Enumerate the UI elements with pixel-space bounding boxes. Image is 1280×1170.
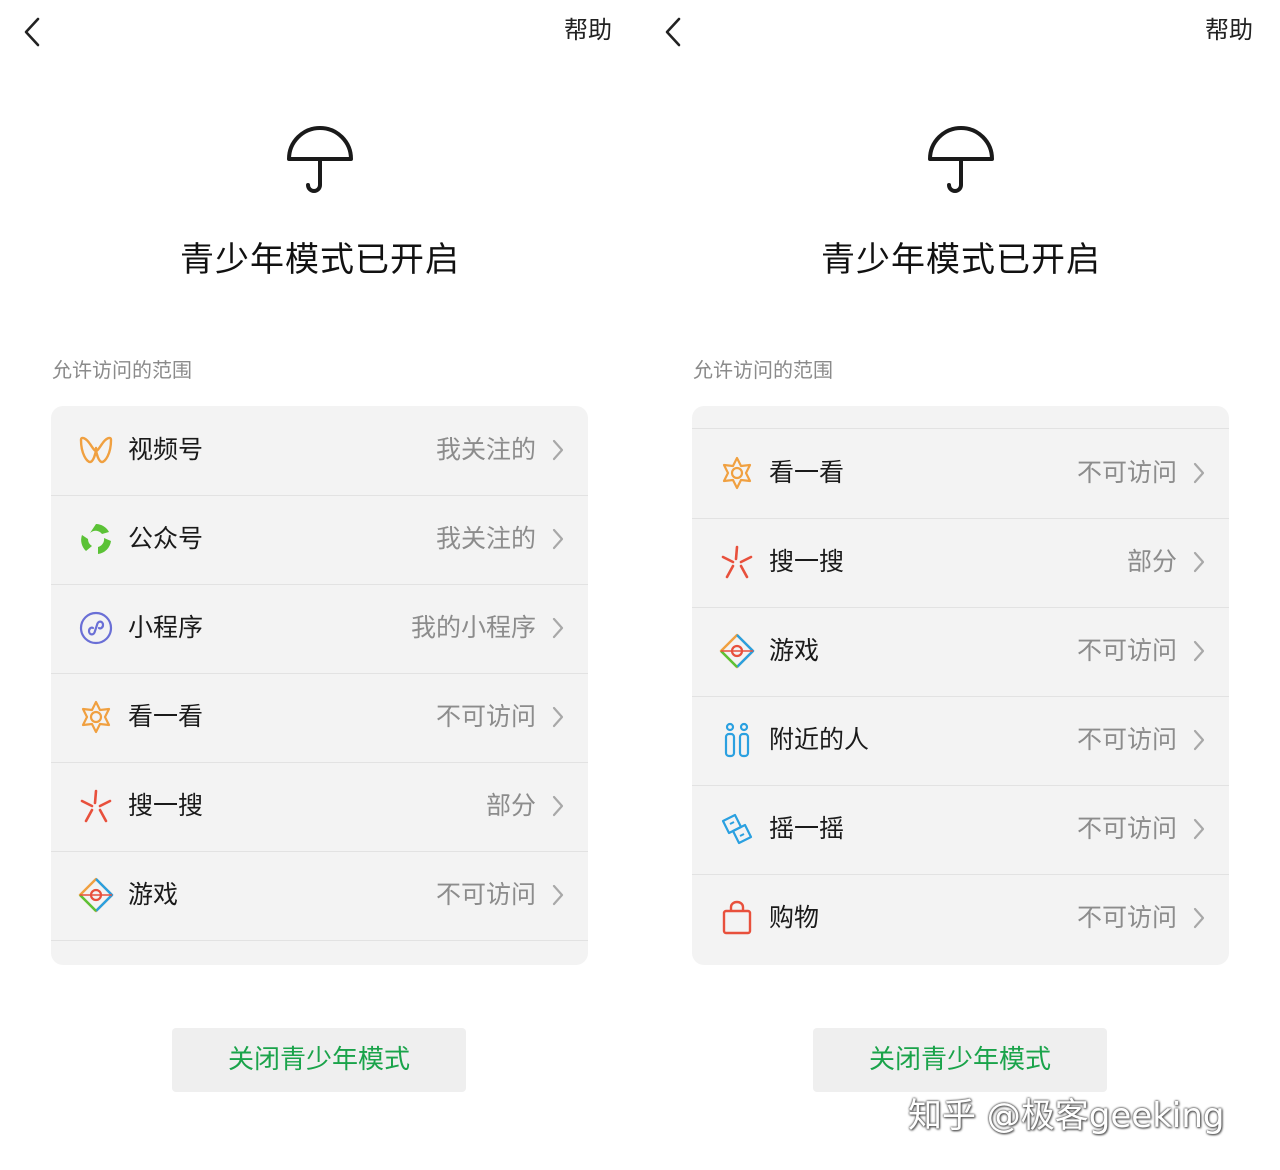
list-item-value: 我关注的: [435, 435, 536, 464]
list-item-games[interactable]: 游戏 不可访问: [692, 607, 1229, 696]
chevron-right-icon: [552, 884, 564, 906]
list-item-label: 看一看: [128, 702, 204, 731]
chevron-right-icon: [552, 528, 564, 550]
list-item-games[interactable]: 游戏 不可访问: [51, 851, 588, 940]
list-item-label: 看一看: [769, 458, 845, 487]
chevron-right-icon: [1193, 729, 1205, 751]
list-item-label: 购物: [769, 903, 820, 932]
list-item-people-nearby[interactable]: 附近的人 不可访问: [692, 696, 1229, 785]
chevron-right-icon: [1193, 640, 1205, 662]
list-item-value: 不可访问: [1076, 903, 1177, 932]
chevron-right-icon: [1193, 551, 1205, 573]
list-item-search[interactable]: 搜一搜 部分: [51, 762, 588, 851]
list-item-mini-programs[interactable]: 小程序 我的小程序: [51, 584, 588, 673]
games-icon: [78, 877, 114, 913]
close-teen-mode-button[interactable]: 关闭青少年模式: [172, 1028, 466, 1092]
chevron-right-icon: [1193, 818, 1205, 840]
list-item-top-stories[interactable]: 看一看 不可访问: [51, 673, 588, 762]
back-button[interactable]: [659, 14, 689, 50]
list-item-value: 不可访问: [1076, 725, 1177, 754]
list-item-top-stories[interactable]: 看一看 不可访问: [692, 429, 1229, 518]
screen-left: 帮助 青少年模式已开启 允许访问的范围 视频号 我关注的 公众号 我关注的 小程…: [0, 0, 640, 1170]
list-item-label: 搜一搜: [128, 791, 204, 820]
chevron-left-icon: [24, 17, 40, 47]
list-item-label: 搜一搜: [769, 547, 845, 576]
official-accounts-icon: [81, 524, 111, 554]
umbrella-icon: [928, 126, 994, 193]
list-item-value: 不可访问: [435, 880, 536, 909]
chevron-right-icon: [552, 706, 564, 728]
allowed-scope-label: 允许访问的范围: [52, 358, 192, 382]
list-item-shopping[interactable]: 购物 不可访问: [692, 874, 1229, 963]
mode-status-title: 青少年模式已开启: [821, 240, 1101, 280]
help-button[interactable]: 帮助: [564, 14, 612, 46]
chevron-right-icon: [1193, 907, 1205, 929]
list-item-label: 视频号: [128, 435, 204, 464]
chevron-right-icon: [552, 617, 564, 639]
back-button[interactable]: [18, 14, 48, 50]
list-item-label: 游戏: [128, 880, 179, 909]
channels-icon: [79, 436, 113, 464]
chevron-right-icon: [552, 439, 564, 461]
help-button[interactable]: 帮助: [1205, 14, 1253, 46]
mini-programs-icon: [79, 611, 113, 645]
list-item-value: 部分: [1126, 547, 1177, 576]
shopping-icon: [722, 900, 752, 935]
search-icon: [80, 789, 112, 823]
chevron-right-icon: [1193, 462, 1205, 484]
list-item-label: 游戏: [769, 636, 820, 665]
chevron-left-icon: [665, 17, 681, 47]
mode-status-title: 青少年模式已开启: [180, 240, 460, 280]
allowed-scope-list: 看一看 不可访问 搜一搜 部分 游戏 不可访问 附近的人 不可访问 摇一摇 不可…: [692, 406, 1229, 965]
list-item-label: 附近的人: [769, 725, 870, 754]
list-item-search[interactable]: 搜一搜 部分: [692, 518, 1229, 607]
list-item-label: 摇一摇: [769, 814, 845, 843]
list-item-official-accounts[interactable]: 公众号 我关注的: [51, 495, 588, 584]
list-item-value: 不可访问: [1076, 636, 1177, 665]
list-item-value: 部分: [485, 791, 536, 820]
list-item-value: 我关注的: [435, 524, 536, 553]
list-item-value: 不可访问: [1076, 814, 1177, 843]
divider: [51, 940, 588, 941]
close-teen-mode-button[interactable]: 关闭青少年模式: [813, 1028, 1107, 1092]
list-item-value: 不可访问: [435, 702, 536, 731]
list-item-label: 公众号: [128, 524, 204, 553]
search-icon: [721, 545, 753, 579]
people-nearby-icon: [724, 722, 750, 758]
chevron-right-icon: [552, 795, 564, 817]
shake-icon: [721, 813, 753, 845]
allowed-scope-label: 允许访问的范围: [693, 358, 833, 382]
list-item-value: 不可访问: [1076, 458, 1177, 487]
allowed-scope-list: 视频号 我关注的 公众号 我关注的 小程序 我的小程序 看一看 不可访问 搜一搜…: [51, 406, 588, 965]
games-icon: [719, 633, 755, 669]
list-item-channels[interactable]: 视频号 我关注的: [51, 406, 588, 495]
top-stories-icon: [81, 700, 111, 734]
list-item-value: 我的小程序: [410, 613, 536, 642]
watermark-text: 知乎 @极客geeking: [908, 1096, 1225, 1136]
umbrella-icon: [287, 126, 353, 193]
list-item-label: 小程序: [128, 613, 204, 642]
top-stories-icon: [722, 456, 752, 490]
screen-right: 帮助 青少年模式已开启 允许访问的范围 看一看 不可访问 搜一搜 部分 游戏 不…: [641, 0, 1280, 1170]
list-item-shake[interactable]: 摇一摇 不可访问: [692, 785, 1229, 874]
